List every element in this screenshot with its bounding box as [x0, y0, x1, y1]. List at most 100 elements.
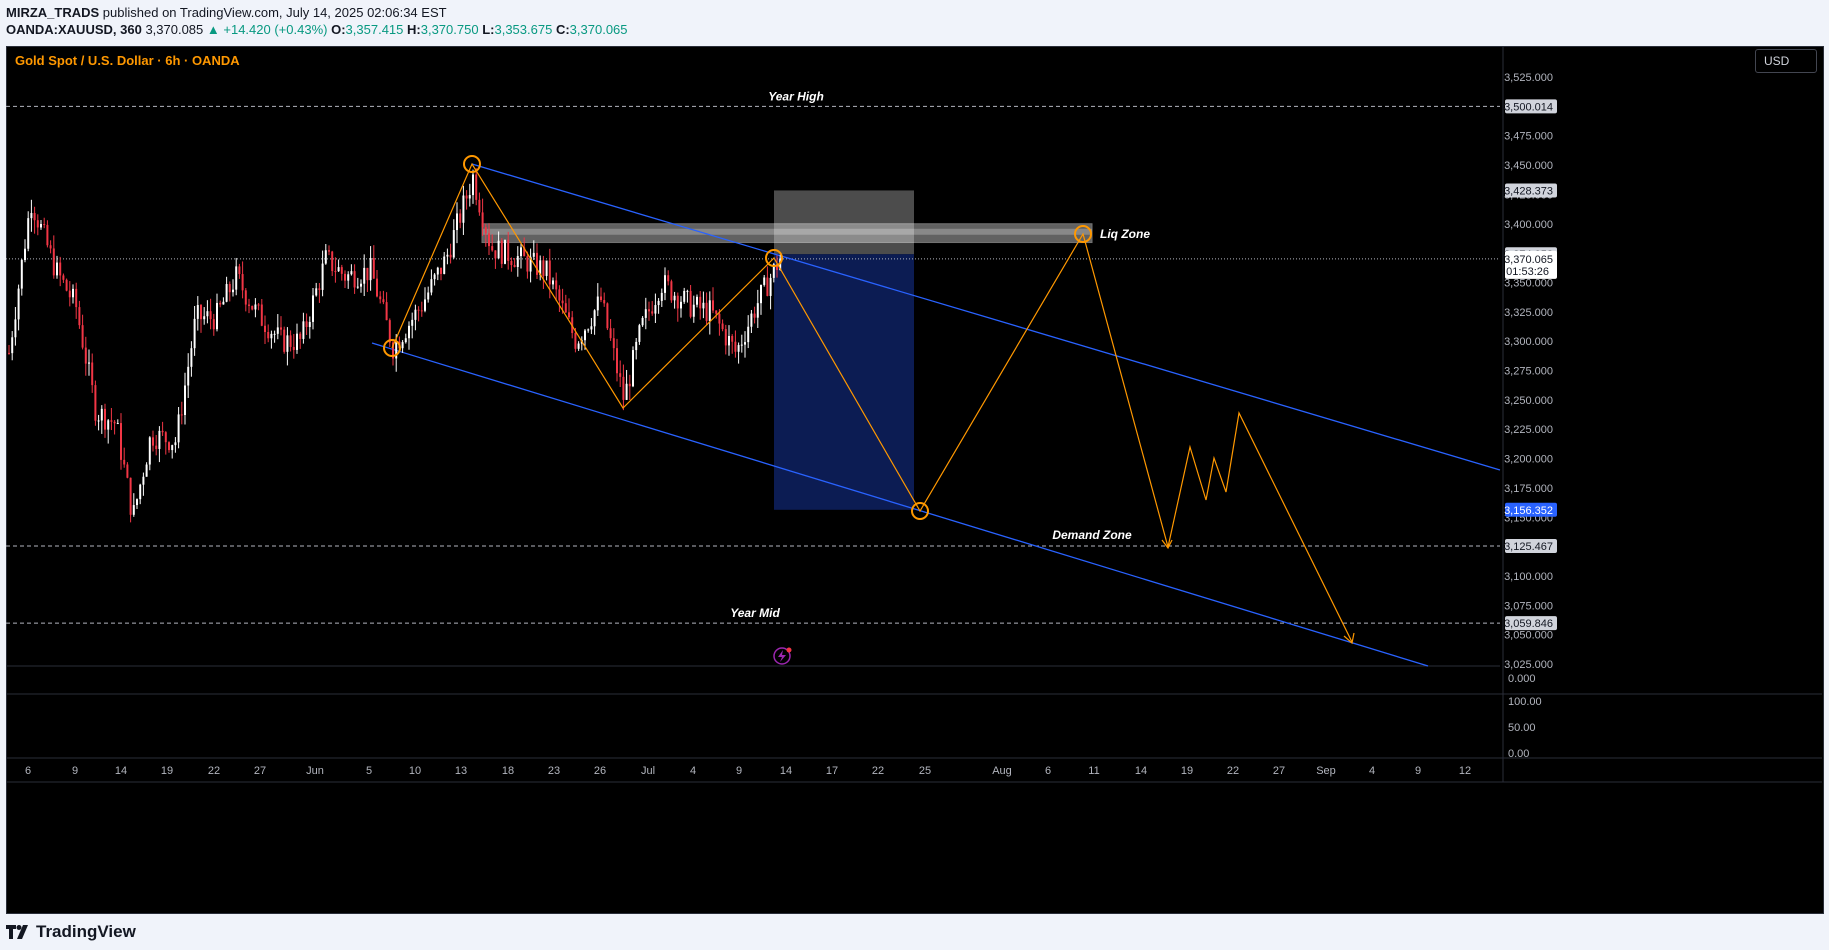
candle-body — [129, 477, 132, 515]
candle-body — [152, 437, 154, 446]
candle-body — [46, 224, 49, 246]
candle-body — [139, 484, 142, 500]
candle-body — [219, 302, 222, 305]
price-tick-label: 3,050.000 — [1504, 630, 1553, 642]
candle-body — [680, 301, 682, 309]
price-tick-label: 3,025.000 — [1504, 659, 1553, 671]
candle-body — [433, 274, 436, 280]
price-tick-label: 3,075.000 — [1504, 600, 1553, 612]
price-tick-label: 3,475.000 — [1504, 131, 1553, 143]
price-tick-label: 3,300.000 — [1504, 336, 1553, 348]
candle-body — [126, 464, 129, 478]
candle-body — [766, 277, 769, 296]
candle-body — [721, 323, 724, 330]
time-tick-label: 5 — [366, 765, 372, 777]
time-tick-label: 14 — [1135, 765, 1147, 777]
candle-body — [699, 296, 702, 309]
candle-body — [280, 327, 282, 330]
price-tick-label: 3,250.000 — [1504, 395, 1553, 407]
candle-body — [232, 289, 234, 293]
candle-body — [360, 283, 362, 287]
candle-body — [379, 296, 382, 300]
candle-body — [622, 376, 625, 400]
candle-body — [427, 292, 430, 300]
candle-body — [177, 414, 180, 443]
candle-body — [164, 432, 167, 443]
time-tick-label: 22 — [208, 765, 220, 777]
candle-body — [318, 288, 321, 290]
time-tick-label: 11 — [1088, 765, 1099, 777]
candle-body — [356, 286, 359, 288]
candle-body — [273, 333, 276, 335]
candle-body — [596, 296, 599, 311]
candle-body — [497, 240, 500, 259]
candle-body — [520, 247, 522, 257]
candle-body — [737, 345, 740, 352]
candle-body — [728, 335, 730, 346]
candle-body — [404, 338, 407, 343]
countdown-timer: 01:53:26 — [1506, 266, 1549, 278]
candle-body — [276, 327, 279, 334]
candle-body — [264, 325, 266, 332]
level-label: Year High — [768, 89, 824, 103]
candle-body — [456, 213, 458, 231]
candle-body — [452, 230, 455, 258]
candle-body — [49, 245, 52, 249]
candle-body — [321, 263, 324, 290]
candle-body — [81, 325, 84, 348]
time-tick-label: 27 — [1273, 765, 1285, 777]
candle-body — [212, 319, 215, 330]
candle-body — [417, 309, 420, 311]
candle-body — [337, 267, 340, 272]
candle-body — [555, 280, 558, 290]
candle-body — [577, 343, 580, 349]
candle-body — [20, 260, 23, 289]
candle-body — [238, 266, 241, 275]
candle-body — [33, 213, 36, 221]
candle-body — [350, 271, 353, 275]
candle-body — [283, 329, 286, 352]
candle-body — [187, 366, 190, 386]
level-label: Demand Zone — [1052, 528, 1132, 542]
candle-body — [686, 290, 689, 292]
candle-body — [542, 260, 545, 276]
candle-body — [696, 296, 698, 305]
candle-body — [65, 279, 68, 291]
indicator-tick-label: 0.00 — [1508, 748, 1529, 760]
candle-body — [590, 326, 593, 330]
channel-upper-line — [471, 163, 1501, 471]
candle-body — [600, 296, 602, 301]
tradingview-logo[interactable]: TradingView — [6, 922, 136, 942]
candle-body — [481, 212, 484, 228]
time-tick-label: 10 — [409, 765, 421, 777]
candle-body — [94, 385, 97, 421]
time-tick-label: 23 — [548, 765, 560, 777]
candle-body — [718, 313, 721, 324]
candle-body — [660, 292, 663, 301]
candle-body — [312, 295, 314, 322]
candle-body — [235, 266, 238, 290]
candle-body — [363, 267, 366, 284]
candle-body — [110, 420, 113, 422]
currency-button[interactable]: USD — [1755, 49, 1817, 73]
candle-body — [552, 280, 554, 285]
price-chart[interactable]: Year High Demand Zone Year Mid Liq Zone 3,52… — [0, 0, 1829, 950]
price-badge-label: 3,428.373 — [1504, 185, 1553, 197]
candle-body — [8, 352, 10, 354]
time-tick-label: 4 — [690, 765, 696, 777]
price-tick-label: 3,100.000 — [1504, 571, 1553, 583]
candle-body — [158, 430, 161, 449]
candle-body — [760, 284, 762, 304]
candle-body — [756, 303, 759, 318]
candle-body — [180, 414, 183, 416]
candle-body — [516, 256, 519, 267]
candle-body — [209, 311, 212, 320]
time-tick-label: 25 — [919, 765, 931, 777]
candle-body — [484, 227, 487, 234]
time-tick-label: 6 — [1045, 765, 1051, 777]
candle-body — [193, 318, 196, 349]
time-tick-label: 17 — [826, 765, 838, 777]
candle-body — [216, 302, 218, 330]
candle-body — [468, 195, 471, 199]
candle-body — [267, 331, 270, 339]
